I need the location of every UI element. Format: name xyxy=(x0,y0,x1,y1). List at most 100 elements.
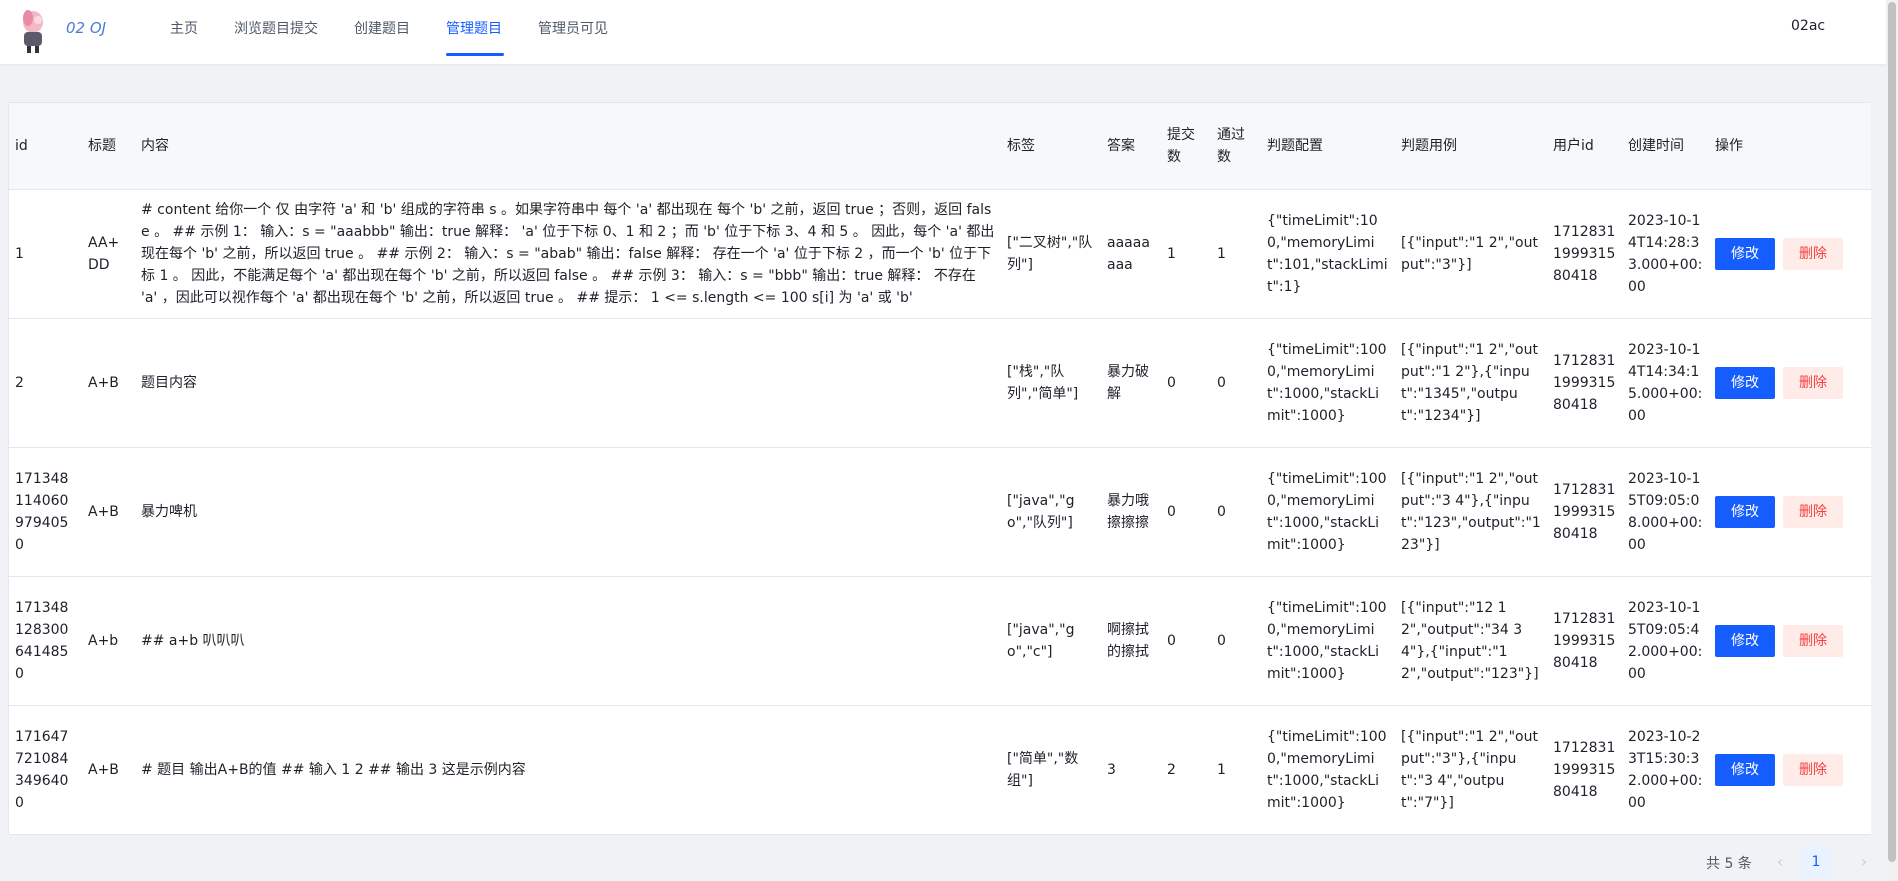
question-table: id 标题 内容 标签 答案 提交数 通过数 判题配置 判题用例 用户id 创建… xyxy=(9,103,1871,835)
delete-button[interactable]: 删除 xyxy=(1783,366,1843,399)
cell-content: 题目内容 xyxy=(135,318,1001,448)
cell-create-time: 2023-10-23T15:30:32.000+00:00 xyxy=(1622,705,1709,835)
edit-button[interactable]: 修改 xyxy=(1715,624,1775,657)
cell-actions: 修改 删除 xyxy=(1709,189,1871,319)
vertical-scrollbar[interactable] xyxy=(1886,0,1898,881)
col-header-title: 标题 xyxy=(82,103,135,190)
nav-admin-only[interactable]: 管理员可见 xyxy=(538,18,608,38)
cell-submit-count: 1 xyxy=(1161,189,1211,319)
cell-actions: 修改 删除 xyxy=(1709,576,1871,706)
current-user[interactable]: 02ac xyxy=(1791,18,1825,34)
cell-accepted-count: 0 xyxy=(1211,318,1261,448)
table-row: 1716477210843496400 A+B # 题目 输出A+B的值 ## … xyxy=(9,705,1871,835)
cell-tags: ["java","go","队列"] xyxy=(1001,447,1101,577)
cell-judge-config: {"timeLimit":1000,"memoryLimit":1000,"st… xyxy=(1261,705,1395,835)
delete-button[interactable]: 删除 xyxy=(1783,495,1843,528)
edit-button[interactable]: 修改 xyxy=(1715,495,1775,528)
cell-judge-config: {"timeLimit":1000,"memoryLimit":1000,"st… xyxy=(1261,576,1395,706)
cell-id: 1 xyxy=(9,189,82,319)
edit-button[interactable]: 修改 xyxy=(1715,237,1775,270)
cell-judge-case: [{"input":"1 2","output":"3 4"},{"input"… xyxy=(1395,447,1547,577)
delete-button[interactable]: 删除 xyxy=(1783,624,1843,657)
cell-actions: 修改 删除 xyxy=(1709,318,1871,448)
scrollbar-thumb[interactable] xyxy=(1888,2,1896,862)
cell-submit-count: 0 xyxy=(1161,576,1211,706)
cell-create-time: 2023-10-14T14:28:33.000+00:00 xyxy=(1622,189,1709,319)
cell-tags: ["二叉树","队列"] xyxy=(1001,189,1101,319)
table-row: 2 A+B 题目内容 ["栈","队列","简单"] 暴力破解 0 0 {"ti… xyxy=(9,318,1871,448)
col-header-user-id: 用户id xyxy=(1547,103,1622,190)
cell-judge-case: [{"input":"1 2","output":"1 2"},{"input"… xyxy=(1395,318,1547,448)
table-row: 1713481140609794050 A+B 暴力啤机 ["java","go… xyxy=(9,447,1871,577)
col-header-create-time: 创建时间 xyxy=(1622,103,1709,190)
table-row: 1713481283006414850 A+b ## a+b 叭叭叭 ["jav… xyxy=(9,576,1871,706)
cell-user-id: 1712831199931580418 xyxy=(1547,189,1622,319)
cell-judge-case: [{"input":"12 12","output":"34 34"},{"in… xyxy=(1395,576,1547,706)
cell-submit-count: 0 xyxy=(1161,318,1211,448)
cell-user-id: 1712831199931580418 xyxy=(1547,447,1622,577)
cell-create-time: 2023-10-15T09:05:42.000+00:00 xyxy=(1622,576,1709,706)
cell-tags: ["java","go","c"] xyxy=(1001,576,1101,706)
cell-content: # 题目 输出A+B的值 ## 输入 1 2 ## 输出 3 这是示例内容 xyxy=(135,705,1001,835)
pagination: 共 5 条 ‹ 1 › xyxy=(1700,846,1880,878)
delete-button[interactable]: 删除 xyxy=(1783,753,1843,786)
top-header: 02 OJ 主页 浏览题目提交 创建题目 管理题目 管理员可见 02ac xyxy=(0,0,1898,64)
col-header-content: 内容 xyxy=(135,103,1001,190)
cell-judge-case: [{"input":"1 2","output":"3"}] xyxy=(1395,189,1547,319)
col-header-judge-case: 判题用例 xyxy=(1395,103,1547,190)
nav-browse-submissions[interactable]: 浏览题目提交 xyxy=(234,18,318,38)
cell-tags: ["栈","队列","简单"] xyxy=(1001,318,1101,448)
cell-accepted-count: 0 xyxy=(1211,576,1261,706)
logo-icon xyxy=(23,10,43,53)
table-row: 1 AA+DD # content 给你一个 仅 由字符 'a' 和 'b' 组… xyxy=(9,189,1871,319)
cell-id: 1716477210843496400 xyxy=(9,705,82,835)
col-header-submit-count: 提交数 xyxy=(1161,103,1211,190)
nav-active-indicator xyxy=(446,53,504,56)
nav-home[interactable]: 主页 xyxy=(170,18,198,38)
edit-button[interactable]: 修改 xyxy=(1715,753,1775,786)
question-table-card: id 标题 内容 标签 答案 提交数 通过数 判题配置 判题用例 用户id 创建… xyxy=(8,102,1871,835)
brand-name[interactable]: 02 OJ xyxy=(66,19,106,37)
cell-submit-count: 0 xyxy=(1161,447,1211,577)
cell-title: A+B xyxy=(82,705,135,835)
page-button-current[interactable]: 1 xyxy=(1800,846,1832,878)
cell-title: A+b xyxy=(82,576,135,706)
cell-submit-count: 2 xyxy=(1161,705,1211,835)
cell-judge-config: {"timeLimit":1000,"memoryLimit":1000,"st… xyxy=(1261,318,1395,448)
col-header-actions: 操作 xyxy=(1709,103,1871,190)
cell-title: A+B xyxy=(82,318,135,448)
cell-title: AA+DD xyxy=(82,189,135,319)
col-header-tags: 标签 xyxy=(1001,103,1101,190)
cell-accepted-count: 1 xyxy=(1211,705,1261,835)
cell-id: 1713481140609794050 xyxy=(9,447,82,577)
cell-judge-config: {"timeLimit":1000,"memoryLimit":1000,"st… xyxy=(1261,447,1395,577)
col-header-answer: 答案 xyxy=(1101,103,1161,190)
cell-accepted-count: 1 xyxy=(1211,189,1261,319)
delete-button[interactable]: 删除 xyxy=(1783,237,1843,270)
cell-user-id: 1712831199931580418 xyxy=(1547,318,1622,448)
cell-content: ## a+b 叭叭叭 xyxy=(135,576,1001,706)
cell-create-time: 2023-10-15T09:05:08.000+00:00 xyxy=(1622,447,1709,577)
cell-actions: 修改 删除 xyxy=(1709,705,1871,835)
cell-id: 1713481283006414850 xyxy=(9,576,82,706)
cell-user-id: 1712831199931580418 xyxy=(1547,705,1622,835)
col-header-id: id xyxy=(9,103,82,190)
cell-judge-case: [{"input":"1 2","output":"3"},{"input":"… xyxy=(1395,705,1547,835)
table-header-row: id 标题 内容 标签 答案 提交数 通过数 判题配置 判题用例 用户id 创建… xyxy=(9,103,1871,190)
chevron-left-icon[interactable]: ‹ xyxy=(1770,852,1790,872)
cell-answer: 暴力哦擦擦擦 xyxy=(1101,447,1161,577)
cell-user-id: 1712831199931580418 xyxy=(1547,576,1622,706)
nav-manage-questions[interactable]: 管理题目 xyxy=(446,18,502,38)
cell-answer: 3 xyxy=(1101,705,1161,835)
chevron-right-icon[interactable]: › xyxy=(1854,852,1874,872)
cell-tags: ["简单","数组"] xyxy=(1001,705,1101,835)
nav-create-question[interactable]: 创建题目 xyxy=(354,18,410,38)
edit-button[interactable]: 修改 xyxy=(1715,366,1775,399)
cell-judge-config: {"timeLimit":100,"memoryLimit":101,"stac… xyxy=(1261,189,1395,319)
cell-create-time: 2023-10-14T14:34:15.000+00:00 xyxy=(1622,318,1709,448)
cell-content: 暴力啤机 xyxy=(135,447,1001,577)
pagination-total: 共 5 条 xyxy=(1706,856,1752,872)
cell-answer: aaaaaaaa xyxy=(1101,189,1161,319)
cell-accepted-count: 0 xyxy=(1211,447,1261,577)
cell-content: # content 给你一个 仅 由字符 'a' 和 'b' 组成的字符串 s … xyxy=(135,189,1001,319)
